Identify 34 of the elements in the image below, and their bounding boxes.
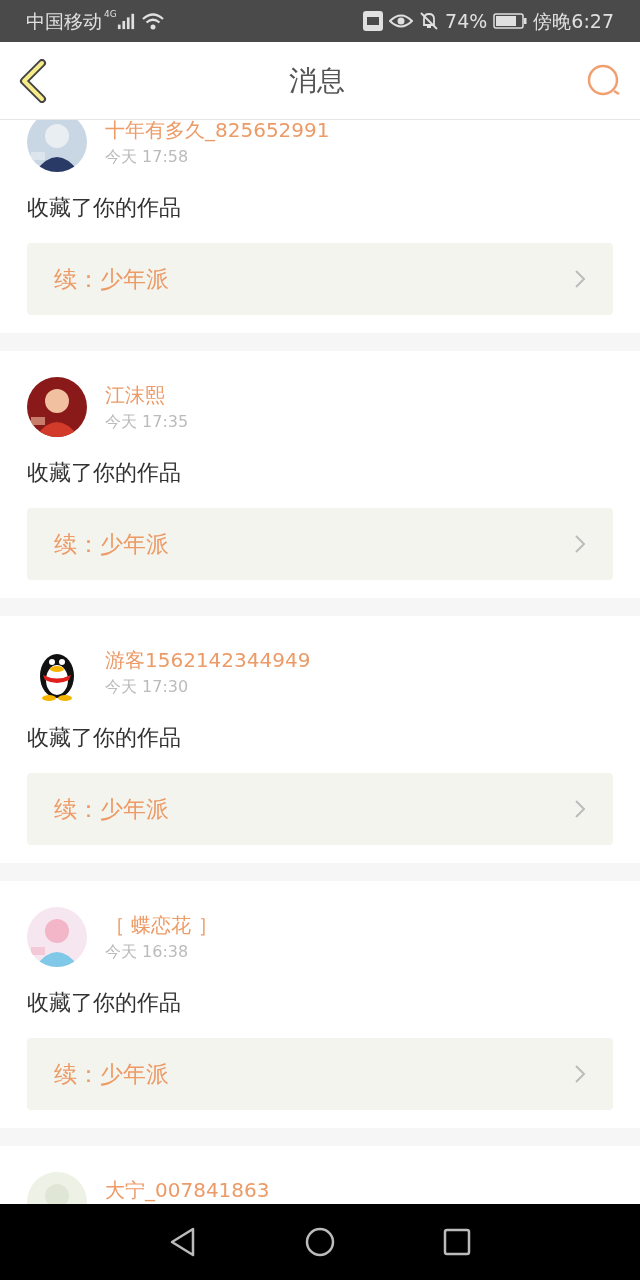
- work-link[interactable]: 续：少年派: [27, 508, 613, 580]
- work-link[interactable]: 续：少年派: [27, 773, 613, 845]
- signal-icon: [116, 12, 135, 30]
- message-time: 今天 17:58: [105, 146, 190, 168]
- battery-icon: [493, 13, 528, 29]
- back-button[interactable]: [18, 58, 48, 103]
- chevron-right-icon: [574, 534, 586, 554]
- message-time: 今天 16:38: [105, 941, 190, 963]
- message-text: 收藏了你的作品: [27, 459, 182, 487]
- chevron-right-icon: [574, 1064, 586, 1084]
- network-label: 4G: [104, 8, 117, 21]
- clock: 傍晚6:27: [533, 8, 614, 34]
- bell-off-icon: [419, 11, 440, 31]
- message-time: 今天 17:30: [105, 676, 190, 698]
- user-name[interactable]: 江沫熙: [105, 382, 189, 408]
- user-name[interactable]: 十年有多久_825652991: [105, 120, 330, 143]
- eye-icon: [389, 13, 414, 29]
- message-text: 收藏了你的作品: [27, 194, 182, 222]
- work-link[interactable]: 续：少年派: [27, 243, 613, 315]
- home-button[interactable]: [304, 1226, 336, 1258]
- wifi-icon: [140, 11, 165, 31]
- carrier-label: 中国移动: [26, 8, 102, 34]
- user-name[interactable]: ［ 蝶恋花 ］: [105, 912, 218, 938]
- battery-percent: 74%: [445, 8, 488, 34]
- message-text: 收藏了你的作品: [27, 724, 182, 752]
- page-title: 消息: [289, 62, 345, 99]
- chevron-right-icon: [574, 799, 586, 819]
- message-text: 收藏了你的作品: [27, 989, 182, 1017]
- message-time: 今天 17:35: [105, 411, 189, 433]
- work-link[interactable]: 续：少年派: [27, 1038, 613, 1110]
- user-name[interactable]: 大宁_007841863: [105, 1177, 270, 1203]
- chevron-right-icon: [574, 269, 586, 289]
- recents-button[interactable]: [442, 1227, 472, 1257]
- user-name[interactable]: 游客1562142344949: [105, 647, 311, 673]
